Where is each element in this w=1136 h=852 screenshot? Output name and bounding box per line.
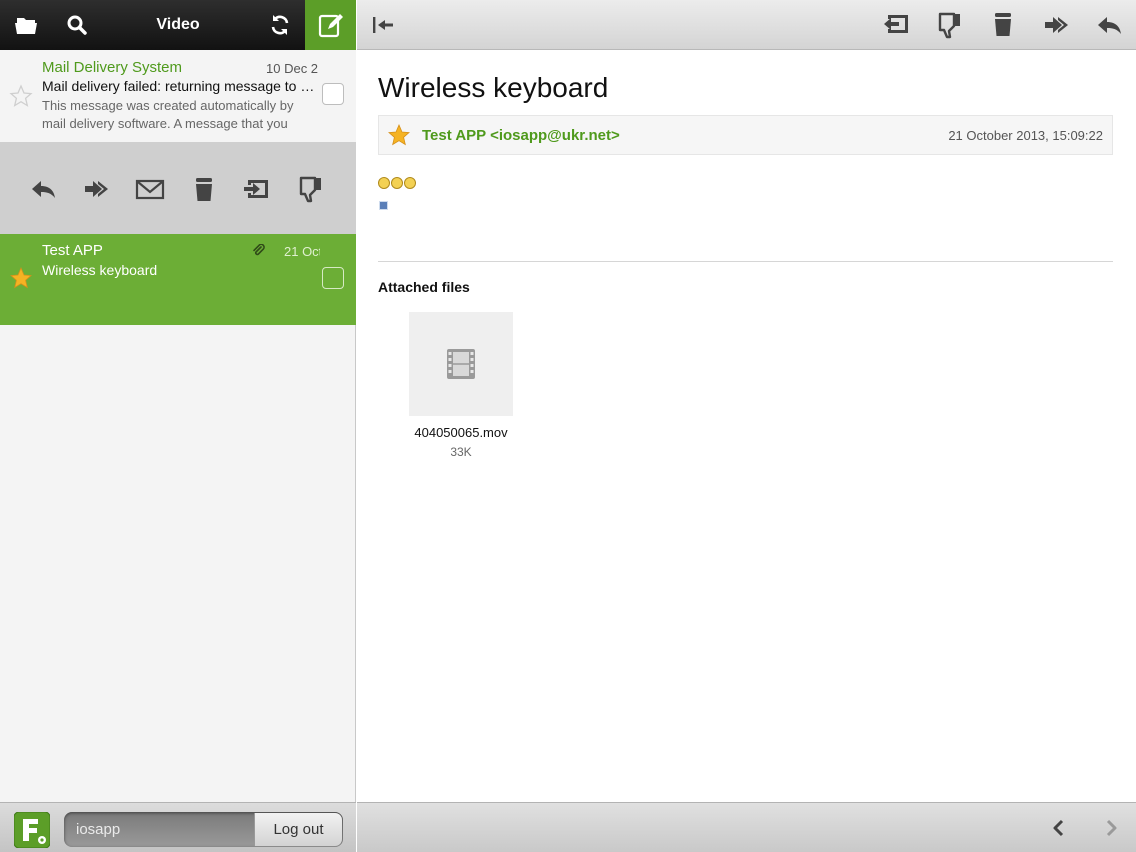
message-item[interactable]: Mail Delivery System 10 Dec 2 Mail deliv…: [0, 50, 356, 142]
email-subject: Wireless keyboard: [378, 72, 609, 103]
message-checkbox[interactable]: [322, 83, 344, 105]
message-actions-bar: [0, 142, 356, 234]
message-date: 10 Dec 2: [266, 61, 319, 76]
compose-icon: [318, 14, 343, 38]
star-icon[interactable]: [9, 84, 33, 108]
attachment-name[interactable]: 404050065.mov: [397, 425, 525, 440]
trash-icon[interactable]: [988, 11, 1018, 39]
message-date: 21 Oct 2: [284, 244, 320, 259]
reader-pane: Wireless keyboard Test APP <iosapp@ukr.n…: [357, 0, 1136, 852]
emoji-icon: [404, 177, 416, 189]
video-file-icon: [447, 349, 475, 379]
message-subject: Mail delivery failed: returning message …: [42, 78, 318, 94]
emoji-icon: [378, 177, 390, 189]
account-name: iosapp: [76, 821, 121, 838]
compose-button[interactable]: [305, 0, 356, 50]
attachments-heading: Attached files: [378, 279, 470, 295]
collapse-left-icon[interactable]: [369, 11, 399, 39]
mark-unread-icon[interactable]: [135, 174, 165, 204]
logout-button[interactable]: Log out: [254, 813, 342, 846]
account-bar: iosapp Log out: [0, 802, 356, 852]
attachment-thumbnail[interactable]: [409, 312, 513, 416]
spam-icon[interactable]: [296, 174, 326, 204]
chevron-left-icon[interactable]: [1049, 818, 1069, 838]
message-sender: Test APP: [42, 242, 103, 259]
account-field: iosapp Log out: [64, 812, 343, 847]
inline-image-icon: [379, 201, 388, 210]
star-icon[interactable]: [9, 266, 33, 290]
list-toolbar: Video: [0, 0, 356, 50]
chevron-right-icon[interactable]: [1101, 818, 1121, 838]
forward-icon[interactable]: [1042, 11, 1072, 39]
move-icon[interactable]: [242, 174, 272, 204]
email-sender[interactable]: Test APP <iosapp@ukr.net>: [422, 127, 620, 144]
pager-bar: [357, 802, 1136, 852]
emoji-icon: [391, 177, 403, 189]
spam-icon[interactable]: [935, 11, 965, 39]
email-body-emoji: [378, 177, 416, 189]
search-icon: [67, 15, 87, 35]
message-list-pane: Video Mail Delivery System 10 Dec 2 Mail…: [0, 0, 356, 852]
sender-header: Test APP <iosapp@ukr.net> 21 October 201…: [378, 115, 1113, 155]
trash-icon[interactable]: [189, 174, 219, 204]
attachment-size: 33K: [450, 445, 472, 459]
body-divider: [378, 261, 1113, 262]
attachment-icon: [253, 244, 265, 256]
message-preview: This message was created automatically b…: [42, 98, 294, 131]
message-item[interactable]: Test APP 21 Oct 2 Wireless keyboard: [0, 234, 356, 325]
message-sender: Mail Delivery System: [42, 59, 183, 76]
app-logo-icon: [14, 812, 50, 848]
folders-icon: [14, 18, 37, 34]
forward-icon[interactable]: [82, 174, 112, 204]
refresh-button[interactable]: [254, 0, 305, 50]
message-subject: Wireless keyboard: [42, 262, 158, 278]
reader-toolbar: [357, 0, 1136, 50]
star-icon[interactable]: [387, 123, 411, 147]
search-button[interactable]: [51, 0, 102, 50]
email-date: 21 October 2013, 15:09:22: [948, 128, 1103, 143]
folder-title: Video: [156, 16, 200, 33]
folders-button[interactable]: [0, 0, 51, 50]
reply-icon[interactable]: [1095, 11, 1125, 39]
reply-icon[interactable]: [29, 174, 59, 204]
move-folder-icon[interactable]: [882, 11, 912, 39]
message-checkbox[interactable]: [322, 267, 344, 289]
refresh-icon: [271, 15, 288, 35]
